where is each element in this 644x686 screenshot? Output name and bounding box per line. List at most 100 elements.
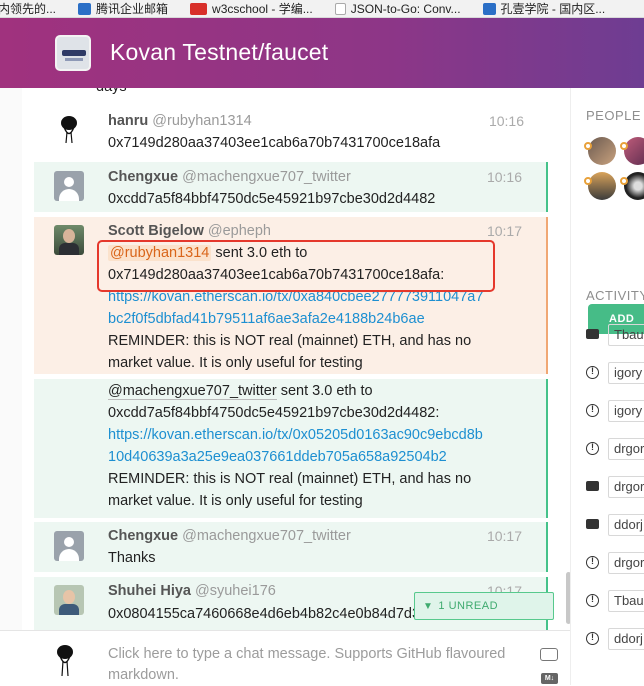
activity-text: drgor — [608, 438, 644, 460]
author-name: hanru — [108, 113, 149, 129]
activity-item[interactable]: ! drgor — [586, 438, 644, 460]
person-avatar[interactable] — [624, 137, 644, 165]
message-time[interactable]: 10:16 — [487, 169, 522, 185]
message-author[interactable]: Chengxue @machengxue707_twitter — [108, 528, 351, 544]
room-title[interactable]: Kovan Testnet/faucet — [110, 39, 328, 66]
author-name: Chengxue — [108, 528, 179, 544]
author-username[interactable]: @rubyhan1314 — [152, 113, 251, 129]
bookmark-label: 腾讯企业邮箱 — [96, 2, 169, 16]
bookmark-item[interactable]: 内领先的... — [0, 0, 56, 17]
message-author[interactable]: Scott Bigelow @epheph — [108, 223, 271, 239]
chat-message[interactable]: Chengxue @machengxue707_twitter 10:17 Tha… — [34, 522, 548, 572]
chat-message[interactable]: @machengxue707_twitter sent 3.0 eth to 0… — [34, 379, 548, 518]
bookmark-item[interactable]: 孔壹学院 - 国内区... — [482, 0, 606, 17]
issue-icon: ! — [586, 404, 599, 417]
my-avatar[interactable] — [50, 643, 80, 677]
activity-text: igory — [608, 362, 644, 384]
message-author[interactable]: Shuhei Hiya @syuhei176 — [108, 583, 276, 599]
author-username[interactable]: @machengxue707_twitter — [182, 169, 351, 185]
activity-item[interactable]: ! igory — [586, 362, 644, 384]
activity-item[interactable]: ! drgor — [586, 552, 644, 574]
author-name: Shuhei Hiya — [108, 583, 191, 599]
bookmark-item[interactable]: w3cschool - 学编... — [190, 0, 313, 17]
markdown-icon[interactable]: M↓ — [541, 673, 558, 684]
person-avatar[interactable] — [588, 172, 616, 200]
message-text-fragment: sent 3.0 eth to — [276, 383, 373, 399]
author-username[interactable]: @syuhei176 — [195, 583, 276, 599]
message-text: market value. It is only useful for test… — [108, 493, 363, 509]
activity-text: drgor — [608, 476, 644, 498]
activity-item[interactable]: ! Tbau — [586, 590, 644, 612]
chat-message[interactable]: Chengxue @machengxue707_twitter 10:16 0xc… — [34, 162, 548, 212]
unread-label: 1 UNREAD — [438, 600, 499, 612]
activity-item[interactable]: ddorj — [586, 514, 644, 536]
comment-icon — [586, 519, 599, 529]
compose-mode-icon[interactable] — [540, 648, 558, 661]
activity-item[interactable]: ! igory — [586, 400, 644, 422]
avatar[interactable] — [54, 171, 84, 201]
user-mention[interactable]: @machengxue707_twitter — [108, 383, 277, 400]
message-text: @machengxue707_twitter sent 3.0 eth to — [108, 383, 373, 400]
issue-icon: ! — [586, 594, 599, 607]
tx-link[interactable]: 10d40639a3a25e9ea037661ddeb705a658a92504… — [108, 449, 447, 465]
person-avatar[interactable] — [588, 137, 616, 165]
author-name: Chengxue — [108, 169, 179, 185]
room-header: Kovan Testnet/faucet — [0, 18, 644, 88]
left-gutter — [0, 88, 22, 630]
tx-link[interactable]: bc2f0f5dbfad41b79511af6ae3afa2e4188b24b6… — [108, 311, 425, 327]
avatar[interactable] — [54, 531, 84, 561]
comment-icon — [586, 329, 599, 339]
activity-text: Tbau — [608, 590, 644, 612]
status-dot — [584, 142, 592, 150]
chat-messages[interactable]: days hanru@rubyhan1314 10:16 0x7149d280a… — [22, 88, 570, 630]
chat-message[interactable]: hanru @rubyhan1314 10:16 0x7149d280aa3740… — [34, 102, 548, 160]
avatar[interactable] — [54, 114, 84, 144]
tx-link[interactable]: https://kovan.etherscan.io/tx/0x05205d01… — [108, 427, 483, 443]
activity-item[interactable]: Tbau — [586, 324, 644, 346]
activity-item[interactable]: drgor — [586, 476, 644, 498]
people-title: PEOPLE — [586, 108, 642, 123]
right-panel: PEOPLE ADD ACTIVITY Tbau ! igory ! igory !… — [570, 88, 644, 685]
status-dot — [584, 177, 592, 185]
avatar[interactable] — [54, 225, 84, 255]
message-author[interactable]: Chengxue @machengxue707_twitter — [108, 169, 351, 185]
issue-icon: ! — [586, 632, 599, 645]
author-username[interactable]: @epheph — [208, 223, 271, 239]
bookmark-item[interactable]: JSON-to-Go: Conv... — [334, 1, 461, 16]
page-icon — [334, 2, 346, 15]
status-dot — [620, 177, 628, 185]
room-avatar[interactable] — [55, 35, 91, 71]
chat-input[interactable]: Click here to type a chat message. Suppo… — [108, 644, 528, 686]
bookmark-label: w3cschool - 学编... — [212, 2, 313, 16]
message-time[interactable]: 10:17 — [487, 223, 522, 239]
status-dot — [620, 142, 628, 150]
person-avatar[interactable] — [624, 172, 644, 200]
activity-text: drgor — [608, 552, 644, 574]
activity-title: ACTIVITY — [586, 288, 644, 303]
message-author[interactable]: hanru @rubyhan1314 — [108, 113, 252, 129]
message-text: 0xcdd7a5f84bbf4750dc5e45921b97cbe30d2d44… — [108, 191, 436, 207]
bookmark-label: JSON-to-Go: Conv... — [350, 1, 461, 16]
activity-text: igory — [608, 400, 644, 422]
bookmarks-bar: 内领先的... 腾讯企业邮箱 w3cschool - 学编... JSON-to… — [0, 0, 644, 18]
chat-input-bar: Click here to type a chat message. Suppo… — [0, 630, 570, 685]
author-username[interactable]: @machengxue707_twitter — [182, 528, 351, 544]
chevron-down-icon: ▼ — [423, 600, 434, 612]
message-time[interactable]: 10:17 — [487, 528, 522, 544]
avatar[interactable] — [54, 585, 84, 615]
bookmark-item[interactable]: 腾讯企业邮箱 — [78, 0, 168, 17]
bookmark-label: 内领先的... — [0, 2, 57, 16]
message-text: REMINDER: this is NOT real (mainnet) ETH… — [108, 333, 472, 349]
message-time[interactable]: 10:16 — [489, 113, 524, 129]
message-text: REMINDER: this is NOT real (mainnet) ETH… — [108, 471, 472, 487]
issue-icon: ! — [586, 366, 599, 379]
bookmark-label: 孔壹学院 - 国内区... — [500, 2, 606, 16]
activity-text: ddorj — [608, 514, 644, 536]
issue-icon: ! — [586, 556, 599, 569]
unread-badge[interactable]: ▼ 1 UNREAD — [414, 592, 554, 620]
message-text: 0x7149d280aa37403ee1cab6a70b7431700ce18a… — [108, 135, 441, 151]
activity-item[interactable]: ! ddorj — [586, 628, 644, 650]
message-text: 0xcdd7a5f84bbf4750dc5e45921b97cbe30d2d44… — [108, 405, 440, 421]
activity-text: ddorj — [608, 628, 644, 650]
bookmark-site-icon — [482, 2, 496, 15]
